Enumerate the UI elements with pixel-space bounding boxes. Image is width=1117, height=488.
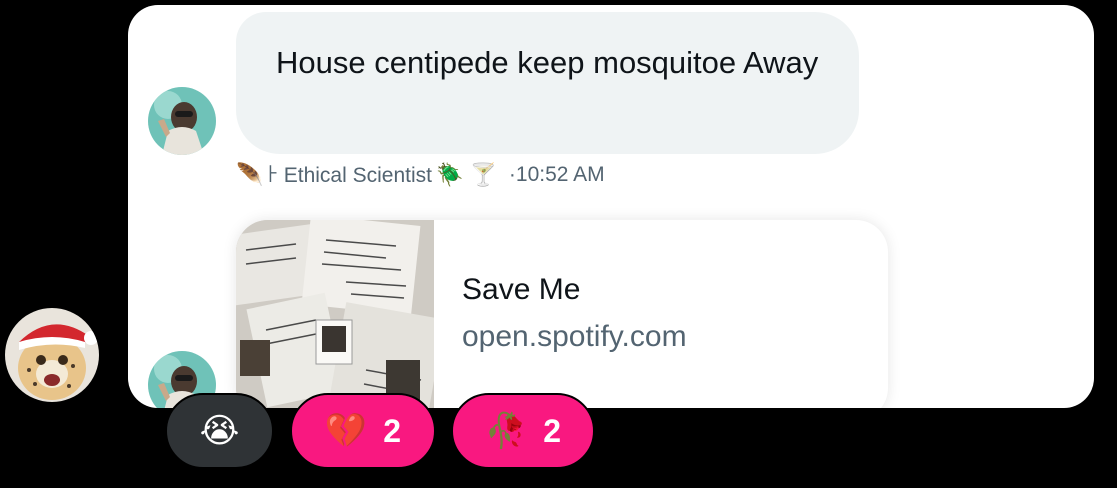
beetle-cocktail-icons: 🪲 🍸 bbox=[435, 162, 497, 187]
sender-avatar[interactable] bbox=[148, 87, 216, 155]
broken-heart-icon: 💔 bbox=[324, 412, 368, 450]
link-title: Save Me bbox=[462, 273, 581, 306]
album-cover-image bbox=[236, 220, 445, 408]
message-meta: 🪶 𐀅 Ethical Scientist 🪲 🍸 · 10:52 AM bbox=[236, 160, 605, 190]
message-text: House centipede keep mosquitoe Away bbox=[276, 45, 819, 80]
reaction-crying[interactable]: 😭 bbox=[165, 393, 274, 469]
message-bubble[interactable]: House centipede keep mosquitoe Away bbox=[236, 12, 859, 154]
feather-icon: 🪶 bbox=[236, 162, 264, 187]
meta-separator: · bbox=[508, 163, 516, 186]
crying-face-icon: 😭 bbox=[199, 412, 240, 450]
reaction-wilted-rose[interactable]: 🥀 2 bbox=[451, 393, 595, 469]
wilted-rose-icon: 🥀 bbox=[484, 412, 528, 450]
link-preview-card[interactable]: Save Me open.spotify.com bbox=[236, 220, 888, 408]
reaction-broken-heart[interactable]: 💔 2 bbox=[290, 393, 436, 469]
message-time: 10:52 AM bbox=[515, 163, 605, 186]
dm-conversation-card: House centipede keep mosquitoe Away 🪶 𐀅 … bbox=[128, 5, 1094, 408]
reaction-count: 2 bbox=[543, 412, 562, 449]
reaction-count: 2 bbox=[383, 412, 402, 449]
link-domain: open.spotify.com bbox=[462, 320, 687, 353]
current-user-avatar[interactable] bbox=[5, 308, 99, 402]
sender-name[interactable]: 𐀅 Ethical Scientist bbox=[267, 161, 432, 189]
